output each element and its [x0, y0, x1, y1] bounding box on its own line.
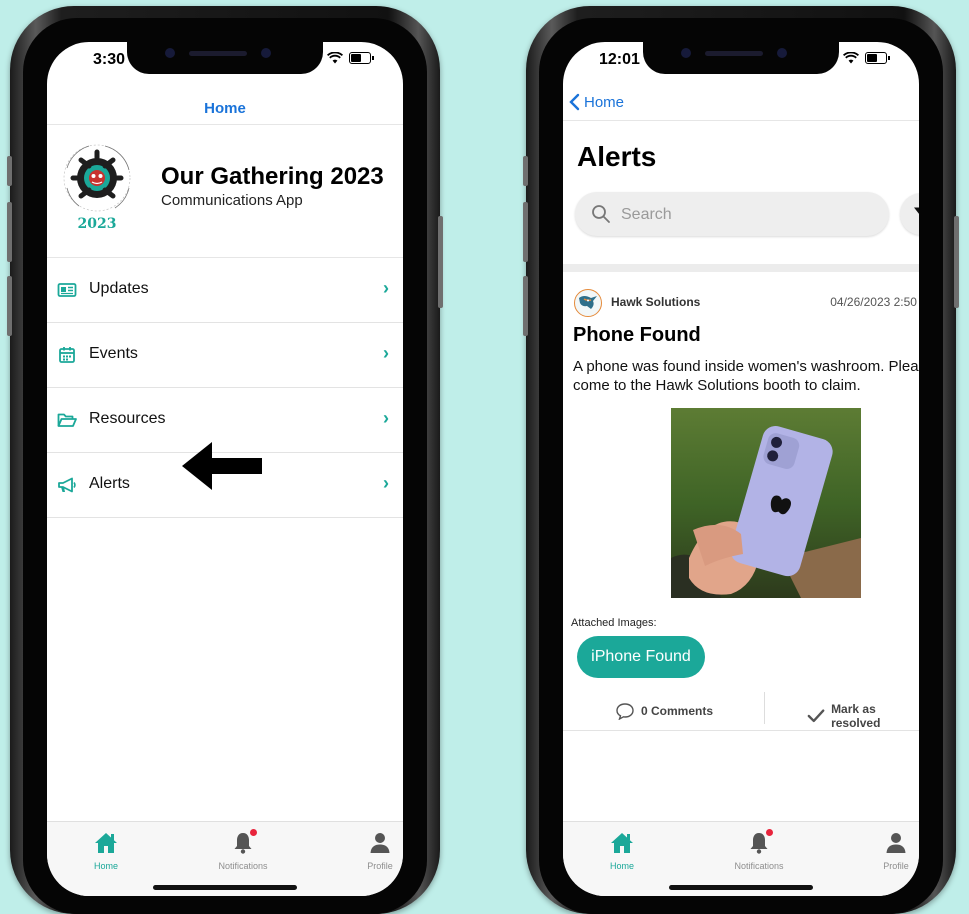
page-title: Alerts	[577, 141, 657, 172]
tab-bar: Home Notifications Profile	[47, 821, 403, 896]
comment-icon	[616, 703, 634, 720]
app-title: Our Gathering 2023	[161, 163, 384, 190]
menu-label-updates: Updates	[89, 280, 149, 297]
tab-label-profile: Profile	[367, 861, 393, 871]
menu-label-events: Events	[89, 345, 138, 362]
mute-switch	[7, 156, 12, 186]
tab-home[interactable]: Home	[577, 830, 667, 871]
status-bar: 12:01	[563, 42, 919, 78]
battery-icon	[349, 52, 374, 64]
attachment-chip[interactable]: iPhone Found	[577, 636, 705, 678]
power-button	[438, 216, 443, 308]
search-input[interactable]	[619, 203, 873, 227]
chevron-right-icon: ›	[383, 408, 389, 428]
attached-images-label: Attached Images:	[571, 617, 657, 629]
our-gathering-logo: 2023	[63, 144, 131, 232]
chevron-left-icon	[569, 93, 580, 111]
tab-label-profile: Profile	[883, 861, 909, 871]
home-icon	[611, 833, 633, 853]
tab-label-notifications: Notifications	[218, 861, 268, 871]
wifi-icon	[327, 52, 343, 64]
person-icon	[886, 833, 906, 853]
chevron-right-icon: ›	[383, 473, 389, 493]
status-bar: 3:30	[47, 42, 403, 78]
actions-divider	[764, 692, 765, 724]
newspaper-icon	[57, 283, 77, 297]
person-icon	[370, 833, 390, 853]
calendar-icon	[59, 347, 75, 363]
status-time: 12:01	[599, 51, 640, 68]
chevron-right-icon: ›	[383, 278, 389, 298]
status-icons	[327, 52, 374, 64]
section-separator	[563, 264, 919, 272]
menu-item-updates[interactable]: Updates ›	[47, 258, 403, 323]
filter-icon	[914, 207, 919, 214]
volume-up-button	[7, 202, 12, 262]
status-icons	[843, 52, 890, 64]
tab-bar: Home Notifications Profile	[563, 821, 919, 896]
tab-profile[interactable]: Profile	[335, 830, 403, 871]
comments-button[interactable]: 0 Comments	[615, 702, 713, 720]
menu-label-resources: Resources	[89, 410, 166, 427]
logo-year: 2023	[78, 216, 117, 232]
post-date: 04/26/2023 2:50 pm	[830, 295, 919, 309]
alerts-screen: 12:01 Home Alerts Search Hawk Solutions …	[563, 42, 919, 896]
nav-title: Home	[204, 100, 246, 117]
back-label: Home	[584, 93, 625, 111]
tab-notifications[interactable]: Notifications	[198, 829, 288, 871]
post-body: A phone was found inside women's washroo…	[573, 358, 919, 394]
mark-resolved-button[interactable]: Mark as resolved	[807, 702, 919, 730]
tab-label-home: Home	[609, 861, 634, 871]
tab-profile[interactable]: Profile	[851, 830, 919, 871]
tab-home[interactable]: Home	[61, 830, 151, 871]
pointer-arrow-left-icon	[182, 442, 262, 490]
bezel: 12:01 Home Alerts Search Hawk Solutions …	[539, 18, 943, 914]
back-button[interactable]: Home	[569, 93, 624, 111]
home-indicator	[669, 885, 813, 890]
menu-label-alerts: Alerts	[89, 475, 130, 492]
home-icon	[95, 833, 117, 853]
battery-icon	[865, 52, 890, 64]
post-title: Phone Found	[573, 324, 701, 346]
tab-label-notifications: Notifications	[734, 861, 784, 871]
header-divider	[47, 124, 403, 125]
bell-icon	[746, 829, 773, 856]
author-name: Hawk Solutions	[611, 295, 701, 309]
search-icon	[592, 205, 610, 223]
tab-notifications[interactable]: Notifications	[714, 829, 804, 871]
filter-button[interactable]	[900, 193, 919, 235]
notification-badge	[250, 829, 257, 836]
bell-icon	[230, 829, 257, 856]
phone-photo[interactable]	[671, 408, 861, 598]
volume-up-button	[523, 202, 528, 262]
volume-down-button	[7, 276, 12, 336]
megaphone-icon	[58, 477, 76, 493]
search-bar	[575, 192, 889, 236]
home-indicator	[153, 885, 297, 890]
status-time: 3:30	[93, 51, 126, 68]
post-actions: 0 Comments Mark as resolved	[563, 690, 919, 731]
mute-switch	[523, 156, 528, 186]
menu-item-events[interactable]: Events ›	[47, 323, 403, 388]
resolve-label: Mark as resolved	[831, 702, 881, 730]
author-avatar	[574, 289, 602, 317]
power-button	[954, 216, 959, 308]
chevron-right-icon: ›	[383, 343, 389, 363]
comments-label: 0 Comments	[641, 704, 714, 718]
header-divider	[563, 120, 919, 121]
checkmark-icon	[807, 709, 825, 723]
hawk-logo-icon	[579, 296, 597, 309]
folder-open-icon	[57, 413, 77, 427]
wifi-icon	[843, 52, 859, 64]
phone-right: 12:01 Home Alerts Search Hawk Solutions …	[523, 6, 959, 914]
notification-badge	[766, 829, 773, 836]
app-subtitle: Communications App	[161, 192, 303, 209]
volume-down-button	[523, 276, 528, 336]
tab-label-home: Home	[93, 861, 118, 871]
